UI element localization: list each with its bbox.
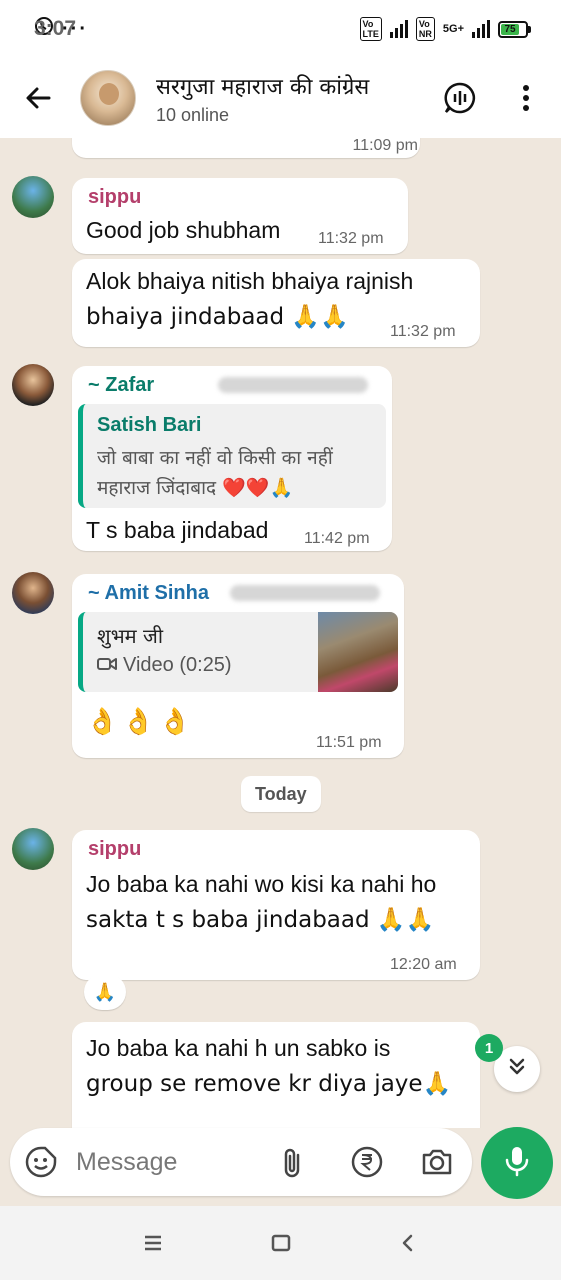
status-indicators: Vo LTE Vo NR 5G+ 75 <box>359 17 531 41</box>
message-text-line-2: sakta t s baba jindabaad 🙏🙏 <box>86 907 435 933</box>
sender-avatar-zafar[interactable] <box>12 364 54 406</box>
nav-back-icon[interactable] <box>392 1228 422 1258</box>
message-bubble[interactable]: ~ Zafar Satish Bari जो बाबा का नहीं वो क… <box>72 366 392 551</box>
redacted-phone <box>218 377 368 393</box>
mic-icon <box>503 1144 531 1183</box>
sticker-icon[interactable] <box>24 1145 58 1184</box>
message-time: 11:32 pm <box>318 230 384 247</box>
camera-icon[interactable] <box>420 1145 454 1184</box>
battery-level: 75 <box>501 23 519 35</box>
sender-name[interactable]: ~ Amit Sinha <box>88 582 209 605</box>
redacted-phone <box>230 585 380 601</box>
signal-strength-icon <box>389 20 408 38</box>
sender-avatar-sippu[interactable] <box>12 828 54 870</box>
back-arrow-icon[interactable] <box>18 78 58 118</box>
attach-icon[interactable] <box>280 1146 306 1185</box>
unread-count-badge: 1 <box>475 1034 503 1062</box>
message-text-line-1: Jo baba ka nahi h un sabko is <box>86 1035 391 1061</box>
group-avatar[interactable] <box>80 70 136 126</box>
quoted-message[interactable]: Satish Bari जो बाबा का नहीं वो किसी का न… <box>78 404 386 508</box>
group-info[interactable]: सरगुजा महाराज की कांग्रेस 10 online <box>156 71 369 126</box>
message-bubble[interactable]: ~ Amit Sinha शुभम जी Video (0:25) 👌👌👌 11… <box>72 574 404 758</box>
chat-area[interactable]: 11:09 pm sippu Good job shubham 11:32 pm… <box>0 138 561 1128</box>
message-bubble[interactable]: Alok bhaiya nitish bhaiya rajnish bhaiya… <box>72 259 480 347</box>
quote-text-line-2: महाराज जिंदाबाद ❤️❤️🙏 <box>97 477 294 499</box>
sender-name[interactable]: sippu <box>88 838 141 861</box>
sender-avatar-sippu[interactable] <box>12 176 54 218</box>
message-text: Good job shubham <box>86 217 281 243</box>
message-bubble[interactable]: 11:09 pm <box>72 138 420 158</box>
message-input[interactable]: Message <box>76 1148 177 1177</box>
volte-icon: Vo LTE <box>359 17 382 41</box>
mic-button[interactable] <box>481 1127 553 1199</box>
network-type: 5G+ <box>442 23 464 35</box>
status-time: 3:07 <box>34 17 77 40</box>
vonr-icon: Vo NR <box>415 17 435 41</box>
message-time: 11:42 pm <box>304 530 370 547</box>
online-count: 10 online <box>156 104 230 125</box>
video-thumbnail[interactable] <box>318 612 398 692</box>
message-time: 11:09 pm <box>352 138 418 154</box>
message-reaction[interactable]: 🙏 <box>84 974 126 1010</box>
sender-avatar-amit[interactable] <box>12 572 54 614</box>
rupee-payment-icon[interactable] <box>350 1145 384 1184</box>
more-vert-icon[interactable] <box>504 76 548 120</box>
nav-menu-icon[interactable] <box>138 1228 168 1258</box>
message-bubble[interactable]: sippu Jo baba ka nahi wo kisi ka nahi ho… <box>72 830 480 980</box>
message-text-line-1: Alok bhaiya nitish bhaiya rajnish <box>86 268 414 294</box>
status-bar: 3:07 ··· Vo LTE Vo NR 5G+ 75 <box>0 0 561 58</box>
message-bubble[interactable]: Jo baba ka nahi h un sabko is group se r… <box>72 1022 480 1128</box>
quote-author: Satish Bari <box>97 414 202 436</box>
voice-chat-icon[interactable] <box>438 76 482 120</box>
message-text-line-2: bhaiya jindabaad 🙏🙏 <box>86 304 349 330</box>
message-time: 12:20 am <box>390 956 457 973</box>
system-nav-bar <box>0 1206 561 1280</box>
signal-strength-2-icon <box>472 20 490 38</box>
double-chevron-down-icon <box>506 1056 528 1083</box>
quoted-video-message[interactable]: शुभम जी Video (0:25) <box>78 612 398 692</box>
battery-icon: 75 <box>498 20 531 38</box>
message-text: 👌👌👌 <box>86 707 196 737</box>
sender-name[interactable]: ~ Zafar <box>88 374 154 397</box>
message-bubble[interactable]: sippu Good job shubham 11:32 pm <box>72 178 408 254</box>
group-title: सरगुजा महाराज की कांग्रेस <box>156 74 370 100</box>
date-separator: Today <box>241 776 321 812</box>
nav-home-icon[interactable] <box>266 1228 296 1258</box>
video-duration: Video (0:25) <box>123 654 232 676</box>
video-camera-icon <box>97 656 117 677</box>
message-text-line-2: group se remove kr diya jaye🙏 <box>86 1071 452 1097</box>
message-composer[interactable]: Message <box>10 1128 472 1196</box>
message-text-line-1: Jo baba ka nahi wo kisi ka nahi ho <box>86 871 437 897</box>
message-time: 11:32 pm <box>390 323 456 340</box>
sender-name[interactable]: sippu <box>88 186 141 209</box>
quote-text-line-1: जो बाबा का नहीं वो किसी का नहीं <box>97 447 333 469</box>
message-time: 11:51 pm <box>316 734 382 751</box>
chat-header: सरगुजा महाराज की कांग्रेस 10 online <box>0 58 561 138</box>
quote-author: शुभम जी <box>97 624 163 648</box>
message-text: T s baba jindabad <box>86 517 269 543</box>
